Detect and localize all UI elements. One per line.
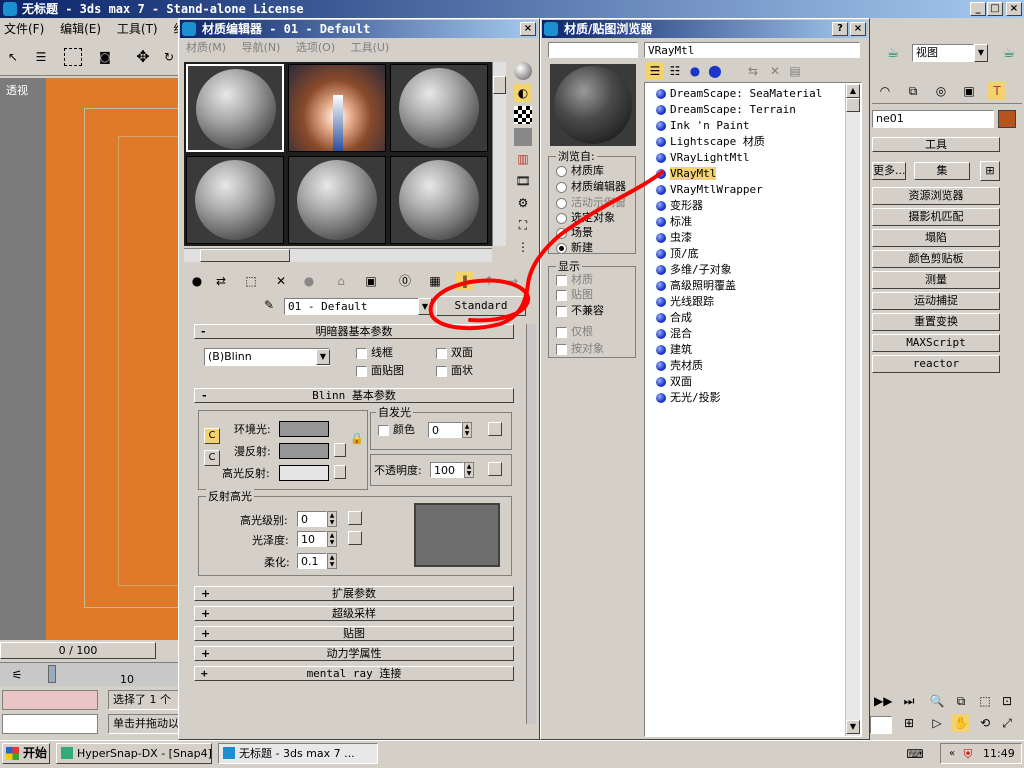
keyboard-icon[interactable]: ⌨	[906, 745, 924, 763]
windows-logo-icon	[6, 747, 19, 760]
task-3dsmax[interactable]: 无标题 - 3ds max 7 ...	[218, 743, 378, 764]
clock: 11:49	[983, 747, 1015, 760]
security-shield-icon[interactable]: ⛨	[959, 745, 977, 763]
annotation-scribble	[428, 170, 664, 331]
system-tray: « ⛨ 11:49	[940, 743, 1022, 764]
max-icon	[223, 747, 235, 759]
annotation-overlay	[428, 170, 664, 331]
task-hypersnap[interactable]: HyperSnap-DX - [Snap4]	[56, 743, 212, 764]
start-button[interactable]: 开始	[2, 743, 50, 764]
hypersnap-icon	[61, 747, 73, 759]
